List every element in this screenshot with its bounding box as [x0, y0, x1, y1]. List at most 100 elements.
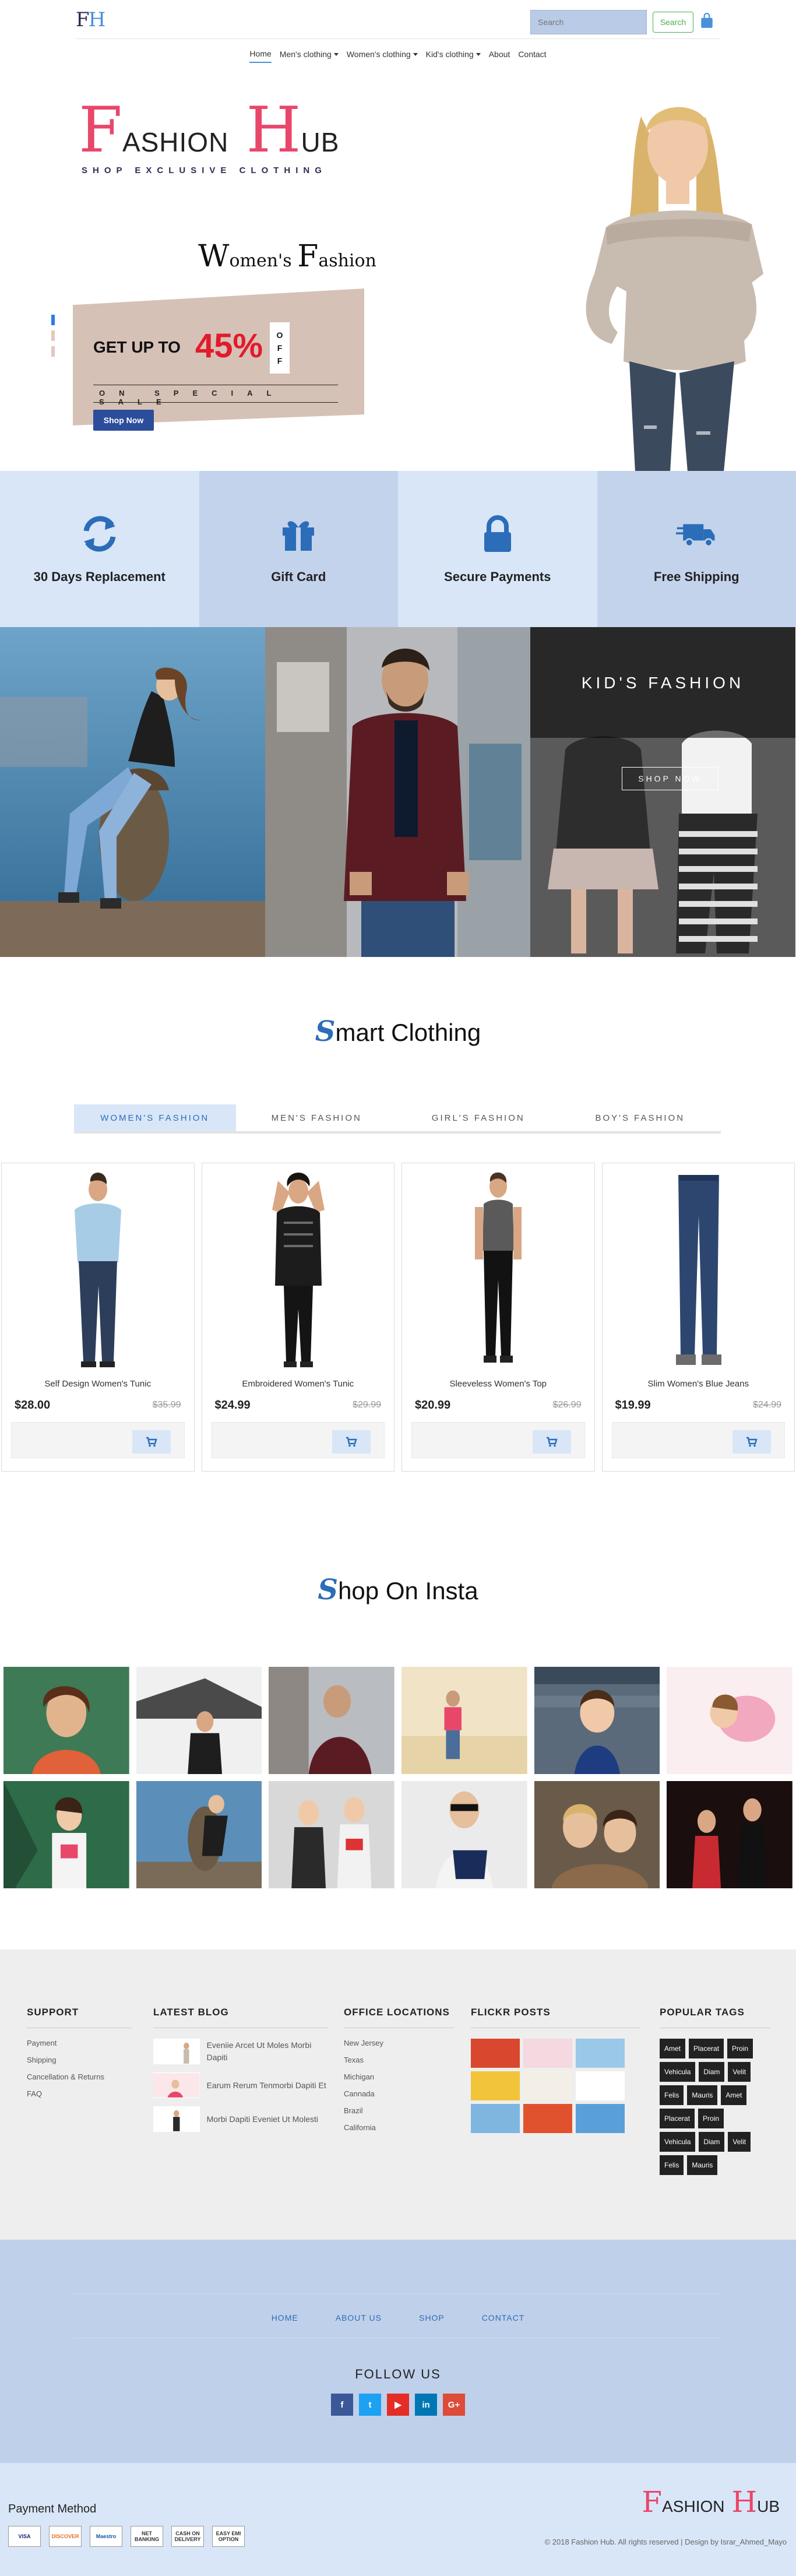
product-name[interactable]: Embroidered Women's Tunic — [202, 1379, 395, 1389]
tag[interactable]: Vehicula — [660, 2132, 696, 2152]
support-link[interactable]: Shipping — [27, 2056, 132, 2064]
bottom-links: HOME ABOUT US SHOP CONTACT — [0, 2313, 796, 2322]
feature-gift-card: Gift Card — [199, 471, 398, 627]
cash-on-delivery-icon: CASH ON DELIVERY — [171, 2526, 204, 2547]
google-plus-icon[interactable]: G+ — [443, 2394, 465, 2416]
logo[interactable]: FH — [76, 8, 105, 31]
nav-home[interactable]: Home — [249, 49, 272, 63]
insta-photo[interactable] — [400, 1780, 529, 1889]
nav-contact[interactable]: Contact — [518, 49, 546, 63]
visa-icon: VISA — [8, 2526, 41, 2547]
flickr-photo[interactable] — [471, 2039, 520, 2068]
product-card[interactable]: Embroidered Women's Tunic $24.99 $29.99 — [201, 1163, 395, 1472]
flickr-photo[interactable] — [523, 2071, 572, 2100]
insta-photo[interactable] — [533, 1780, 661, 1889]
tab-boys-fashion[interactable]: BOY'S FASHION — [559, 1104, 721, 1131]
shop-now-button[interactable]: Shop Now — [93, 410, 154, 431]
search-input[interactable] — [530, 10, 647, 34]
tile-women-photo[interactable] — [0, 627, 265, 957]
kids-shop-now-button[interactable]: SHOP NOW — [622, 767, 718, 790]
insta-photo[interactable] — [2, 1666, 131, 1775]
flickr-photo[interactable] — [471, 2071, 520, 2100]
tab-girls-fashion[interactable]: GIRL'S FASHION — [397, 1104, 559, 1131]
support-link[interactable]: Cancellation & Returns — [27, 2072, 132, 2081]
insta-photo[interactable] — [135, 1780, 263, 1889]
blog-item[interactable]: Morbi Dapiti Eveniet Ut Molesti — [153, 2106, 328, 2132]
add-to-cart-button[interactable] — [132, 1430, 171, 1454]
tag[interactable]: Diam — [699, 2062, 725, 2082]
bottom-link-shop[interactable]: SHOP — [419, 2313, 445, 2322]
flickr-photo[interactable] — [523, 2104, 572, 2133]
blog-title[interactable]: Eveniie Arcet Ut Moles Morbi Dapiti — [207, 2039, 328, 2064]
insta-photo[interactable] — [267, 1666, 396, 1775]
tag[interactable]: Placerat — [689, 2039, 724, 2058]
tab-mens-fashion[interactable]: MEN'S FASHION — [236, 1104, 398, 1131]
tag[interactable]: Placerat — [660, 2109, 695, 2128]
support-link[interactable]: FAQ — [27, 2089, 132, 2098]
insta-photo[interactable] — [267, 1780, 396, 1889]
product-card[interactable]: Self Design Women's Tunic $28.00 $35.99 — [1, 1163, 195, 1472]
insta-photo[interactable] — [135, 1666, 263, 1775]
tag[interactable]: Amet — [721, 2085, 747, 2105]
tag[interactable]: Mauris — [687, 2085, 718, 2105]
add-to-cart-button[interactable] — [532, 1430, 571, 1454]
youtube-icon[interactable]: ▶ — [387, 2394, 409, 2416]
flickr-photo[interactable] — [576, 2104, 625, 2133]
flickr-photo[interactable] — [471, 2104, 520, 2133]
nav-kids-clothing[interactable]: Kid's clothing — [426, 49, 481, 63]
product-name[interactable]: Slim Women's Blue Jeans — [603, 1379, 795, 1389]
insta-photo[interactable] — [400, 1666, 529, 1775]
twitter-icon[interactable]: t — [359, 2394, 381, 2416]
product-name[interactable]: Sleeveless Women's Top — [402, 1379, 594, 1389]
insta-photo[interactable] — [2, 1780, 131, 1889]
cart-icon[interactable] — [699, 13, 714, 29]
blog-item[interactable]: Earum Rerum Tenmorbi Dapiti Et — [153, 2072, 328, 2098]
footer-logo[interactable]: FASHION HUB — [642, 2485, 787, 2519]
tag[interactable]: Mauris — [687, 2155, 718, 2175]
insta-photo[interactable] — [533, 1666, 661, 1775]
product-card[interactable]: Sleeveless Women's Top $20.99 $26.99 — [401, 1163, 595, 1472]
insta-photo[interactable] — [665, 1780, 794, 1889]
blog-title[interactable]: Earum Rerum Tenmorbi Dapiti Et — [207, 2079, 328, 2092]
slider-dot[interactable] — [51, 315, 55, 325]
search-button[interactable]: Search — [653, 12, 693, 33]
tile-men-photo[interactable] — [265, 627, 530, 957]
nav-about[interactable]: About — [489, 49, 510, 63]
bottom-link-contact[interactable]: CONTACT — [482, 2313, 525, 2322]
flickr-photo[interactable] — [523, 2039, 572, 2068]
main-nav: Home Men's clothing Women's clothing Kid… — [0, 49, 796, 63]
flickr-photo[interactable] — [576, 2071, 625, 2100]
tag[interactable]: Felis — [660, 2085, 684, 2105]
nav-label: Contact — [518, 50, 547, 59]
bottom-link-about-us[interactable]: ABOUT US — [336, 2313, 382, 2322]
tab-womens-fashion[interactable]: WOMEN'S FASHION — [74, 1104, 236, 1131]
cart-icon — [146, 1437, 157, 1447]
support-link[interactable]: Payment — [27, 2039, 132, 2047]
flickr-photo[interactable] — [576, 2039, 625, 2068]
nav-womens-clothing[interactable]: Women's clothing — [347, 49, 418, 63]
blog-item[interactable]: Eveniie Arcet Ut Moles Morbi Dapiti — [153, 2039, 328, 2064]
tile-kids-fashion[interactable]: KID'S FASHION SHOP NOW — [530, 627, 795, 957]
product-name[interactable]: Self Design Women's Tunic — [2, 1379, 194, 1389]
add-to-cart-button[interactable] — [332, 1430, 371, 1454]
nav-mens-clothing[interactable]: Men's clothing — [280, 49, 339, 63]
slider-dot[interactable] — [51, 346, 55, 357]
tag[interactable]: Velit — [728, 2062, 751, 2082]
tag[interactable]: Amet — [660, 2039, 686, 2058]
tag[interactable]: Velit — [728, 2132, 751, 2152]
facebook-icon[interactable]: f — [331, 2394, 353, 2416]
bottom-link-home[interactable]: HOME — [272, 2313, 298, 2322]
insta-photo[interactable] — [665, 1666, 794, 1775]
title-rest: hop On Insta — [338, 1577, 478, 1604]
tag[interactable]: Proin — [727, 2039, 753, 2058]
slider-dot[interactable] — [51, 330, 55, 341]
product-card[interactable]: Slim Women's Blue Jeans $19.99 $24.99 — [601, 1163, 795, 1472]
bottom-strip: Payment Method VISA DISCOVER Maestro NET… — [0, 2463, 796, 2576]
tag[interactable]: Vehicula — [660, 2062, 696, 2082]
tag[interactable]: Proin — [698, 2109, 724, 2128]
blog-title[interactable]: Morbi Dapiti Eveniet Ut Molesti — [207, 2113, 328, 2125]
add-to-cart-button[interactable] — [732, 1430, 771, 1454]
tag[interactable]: Diam — [699, 2132, 725, 2152]
tag[interactable]: Felis — [660, 2155, 684, 2175]
linkedin-icon[interactable]: in — [415, 2394, 437, 2416]
